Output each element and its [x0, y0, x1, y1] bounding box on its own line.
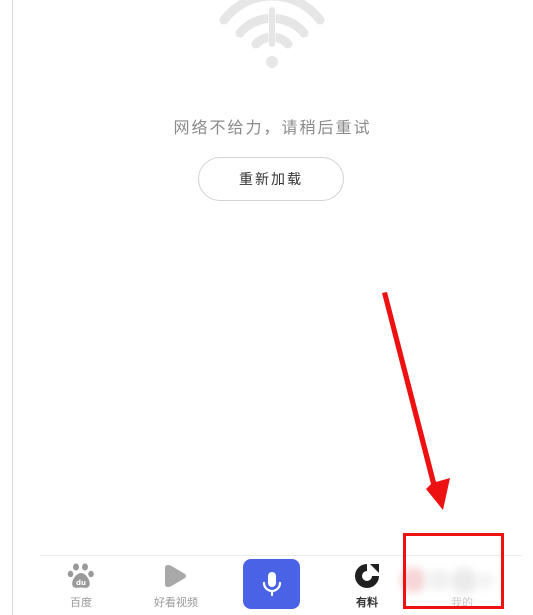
- nav-label-mine: 我的: [451, 596, 473, 609]
- voice-search-button[interactable]: [243, 559, 300, 609]
- annotation-arrow: [382, 292, 450, 510]
- avatar-icon: [400, 565, 500, 595]
- wifi-off-icon: [219, 0, 325, 68]
- nav-label-baidu: 百度: [70, 596, 92, 609]
- play-icon: [165, 565, 186, 587]
- bottom-nav: du 百度 好看视频 有料 我的: [0, 556, 533, 615]
- reload-button[interactable]: 重新加载: [198, 157, 344, 201]
- nav-label-haokan-video: 好看视频: [154, 596, 198, 609]
- svg-text:du: du: [76, 579, 86, 587]
- youliao-icon: [355, 564, 379, 588]
- network-error-message: 网络不给力，请稍后重试: [173, 118, 372, 137]
- nav-item-baidu[interactable]: du 百度: [55, 556, 107, 615]
- microphone-icon: [262, 572, 281, 597]
- nav-item-youliao[interactable]: 有料: [345, 556, 389, 615]
- nav-item-haokan-video[interactable]: 好看视频: [148, 556, 204, 615]
- left-border: [12, 0, 13, 615]
- baidu-paw-icon: du: [67, 563, 94, 588]
- nav-label-youliao: 有料: [356, 596, 378, 609]
